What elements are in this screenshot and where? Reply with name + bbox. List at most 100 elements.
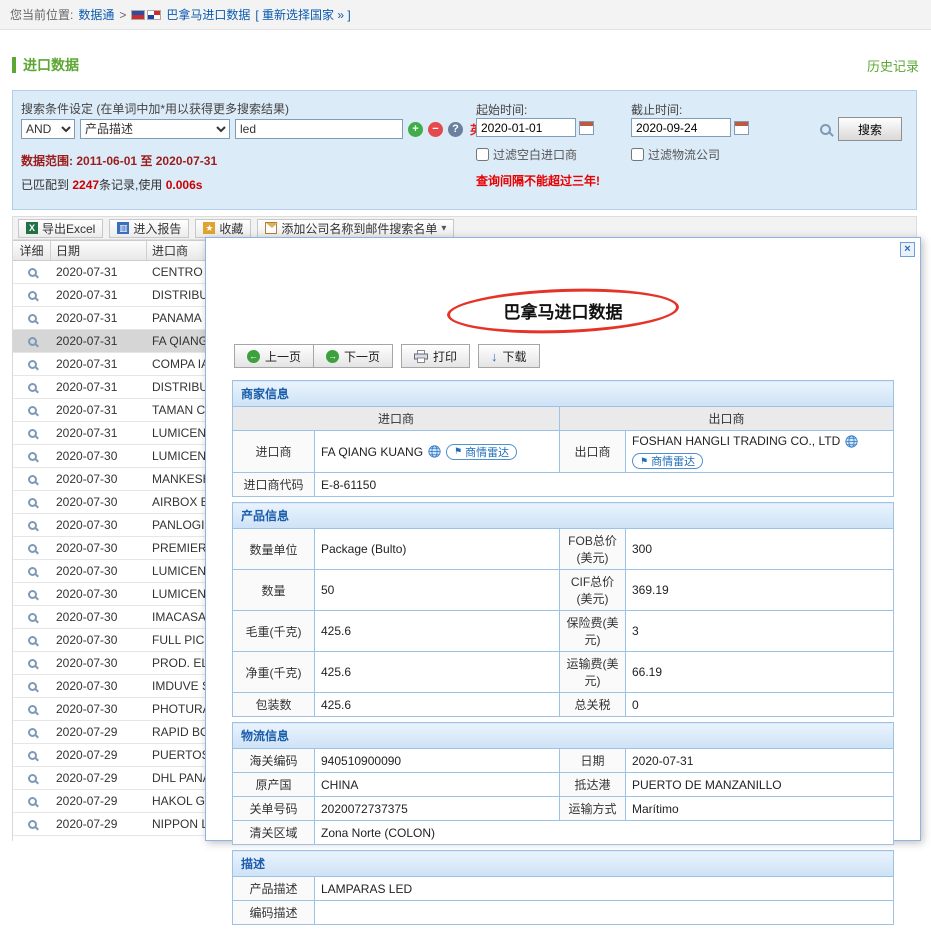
magnifier-icon[interactable] (28, 475, 37, 484)
field-label: 运输费(美元) (560, 652, 626, 693)
magnifier-icon[interactable] (28, 567, 37, 576)
close-icon[interactable]: × (900, 242, 915, 257)
magnifier-icon[interactable] (28, 682, 37, 691)
magnifier-icon[interactable] (28, 636, 37, 645)
add-condition-icon[interactable]: + (408, 122, 423, 137)
help-icon[interactable]: ? (448, 122, 463, 137)
start-date-input[interactable] (476, 118, 576, 137)
printer-icon (414, 350, 428, 363)
next-arrow-icon: → (326, 350, 339, 363)
magnifier-icon[interactable] (28, 268, 37, 277)
modal-title: 巴拿马进口数据 (504, 303, 623, 322)
row-date: 2020-07-31 (51, 330, 147, 352)
detail-sections: 商家信息 进口商 出口商 进口商 FA QIANG KUANG (232, 380, 894, 930)
field-value: 300 (626, 529, 894, 570)
field-value: Package (Bulto) (315, 529, 560, 570)
field-label: 原产国 (233, 773, 315, 797)
row-date: 2020-07-30 (51, 445, 147, 467)
magnifier-icon[interactable] (28, 337, 37, 346)
row-date: 2020-07-30 (51, 606, 147, 628)
favorite-button[interactable]: ★ 收藏 (195, 219, 251, 238)
merchant-section: 商家信息 进口商 出口商 进口商 FA QIANG KUANG (232, 380, 894, 497)
magnifier-icon[interactable] (28, 797, 37, 806)
breadcrumb-portal-link[interactable]: 数据通 (78, 6, 114, 23)
enter-report-button[interactable]: ▥ 进入报告 (109, 219, 189, 238)
magnifier-icon[interactable] (28, 659, 37, 668)
calendar-icon[interactable] (579, 121, 594, 135)
magnifier-icon[interactable] (28, 383, 37, 392)
row-date: 2020-07-31 (51, 376, 147, 398)
section-title-product: 产品信息 (233, 503, 894, 529)
magnifier-icon[interactable] (28, 705, 37, 714)
history-link[interactable]: 历史记录 (867, 56, 919, 75)
importer-radar-button[interactable]: ⚑ 商情雷达 (446, 444, 517, 460)
search-button[interactable]: 搜索 (838, 117, 902, 141)
field-value: 369.19 (626, 570, 894, 611)
calendar-icon[interactable] (734, 121, 749, 135)
reselect-country-link[interactable]: [ 重新选择国家 » ] (255, 6, 350, 23)
radar-flag-icon: ⚑ (640, 456, 648, 467)
header-date: 日期 (51, 241, 147, 260)
breadcrumb-prefix: 您当前位置: (10, 6, 73, 23)
magnifier-icon[interactable] (28, 590, 37, 599)
end-date-input[interactable] (631, 118, 731, 137)
row-date: 2020-07-31 (51, 307, 147, 329)
bool-operator-select[interactable]: AND (21, 119, 75, 139)
field-value: 2020072737375 (315, 797, 560, 821)
row-date: 2020-07-30 (51, 698, 147, 720)
prev-page-button[interactable]: ← 上一页 (234, 344, 314, 368)
globe-icon[interactable] (428, 445, 441, 458)
header-detail: 详细 (13, 241, 51, 260)
magnifier-icon[interactable] (28, 360, 37, 369)
importer-value-cell: FA QIANG KUANG ⚑ 商情雷达 (315, 431, 560, 473)
magnifier-icon[interactable] (28, 452, 37, 461)
print-button[interactable]: 打印 (401, 344, 470, 368)
magnifier-icon[interactable] (28, 521, 37, 530)
magnifier-icon[interactable] (28, 429, 37, 438)
magnifier-icon[interactable] (28, 751, 37, 760)
field-value: 0 (626, 693, 894, 717)
row-date: 2020-07-31 (51, 284, 147, 306)
field-label: 关单号码 (233, 797, 315, 821)
field-label: 包装数 (233, 693, 315, 717)
search-field-select[interactable]: 产品描述 (80, 119, 230, 139)
page-header: 进口数据 历史记录 (12, 54, 919, 76)
field-value: 66.19 (626, 652, 894, 693)
magnifier-icon[interactable] (28, 406, 37, 415)
filter-blank-importer-input[interactable] (476, 148, 489, 161)
globe-icon[interactable] (845, 435, 858, 448)
filter-logistics-input[interactable] (631, 148, 644, 161)
add-mail-list-button[interactable]: 添加公司名称到邮件搜索名单 ▾ (257, 219, 454, 238)
breadcrumb-separator: > (119, 8, 126, 22)
exporter-radar-button[interactable]: ⚑ 商情雷达 (632, 453, 703, 469)
filter-logistics-checkbox[interactable]: 过滤物流公司 (631, 146, 720, 163)
next-page-button[interactable]: → 下一页 (313, 344, 393, 368)
modal-toolbar: ← 上一页 → 下一页 打印 ↓ 下载 (234, 344, 540, 368)
magnifier-icon[interactable] (28, 314, 37, 323)
field-label: FOB总价(美元) (560, 529, 626, 570)
row-date: 2020-07-31 (51, 353, 147, 375)
detail-row: 净重(千克)425.6运输费(美元)66.19 (233, 652, 894, 693)
row-date: 2020-07-30 (51, 468, 147, 490)
breadcrumb-page-link[interactable]: 巴拿马进口数据 (166, 6, 250, 23)
section-title-logistics: 物流信息 (233, 723, 894, 749)
download-button[interactable]: ↓ 下载 (478, 344, 540, 368)
row-date: 2020-07-29 (51, 813, 147, 835)
remove-condition-icon[interactable]: − (428, 122, 443, 137)
magnifier-icon[interactable] (28, 613, 37, 622)
keyword-input[interactable] (235, 119, 403, 139)
row-date: 2020-07-29 (51, 744, 147, 766)
importer-column-header: 进口商 (233, 407, 560, 431)
row-date: 2020-07-30 (51, 537, 147, 559)
magnifier-icon[interactable] (28, 544, 37, 553)
magnifier-icon[interactable] (28, 498, 37, 507)
row-date: 2020-07-30 (51, 629, 147, 651)
magnifier-icon[interactable] (28, 728, 37, 737)
section-title-description: 描述 (233, 851, 894, 877)
filter-blank-importer-checkbox[interactable]: 过滤空白进口商 (476, 146, 577, 163)
export-excel-button[interactable]: X 导出Excel (18, 219, 103, 238)
magnifier-icon[interactable] (28, 774, 37, 783)
magnifier-icon[interactable] (28, 291, 37, 300)
field-label: 数量单位 (233, 529, 315, 570)
magnifier-icon[interactable] (28, 820, 37, 829)
